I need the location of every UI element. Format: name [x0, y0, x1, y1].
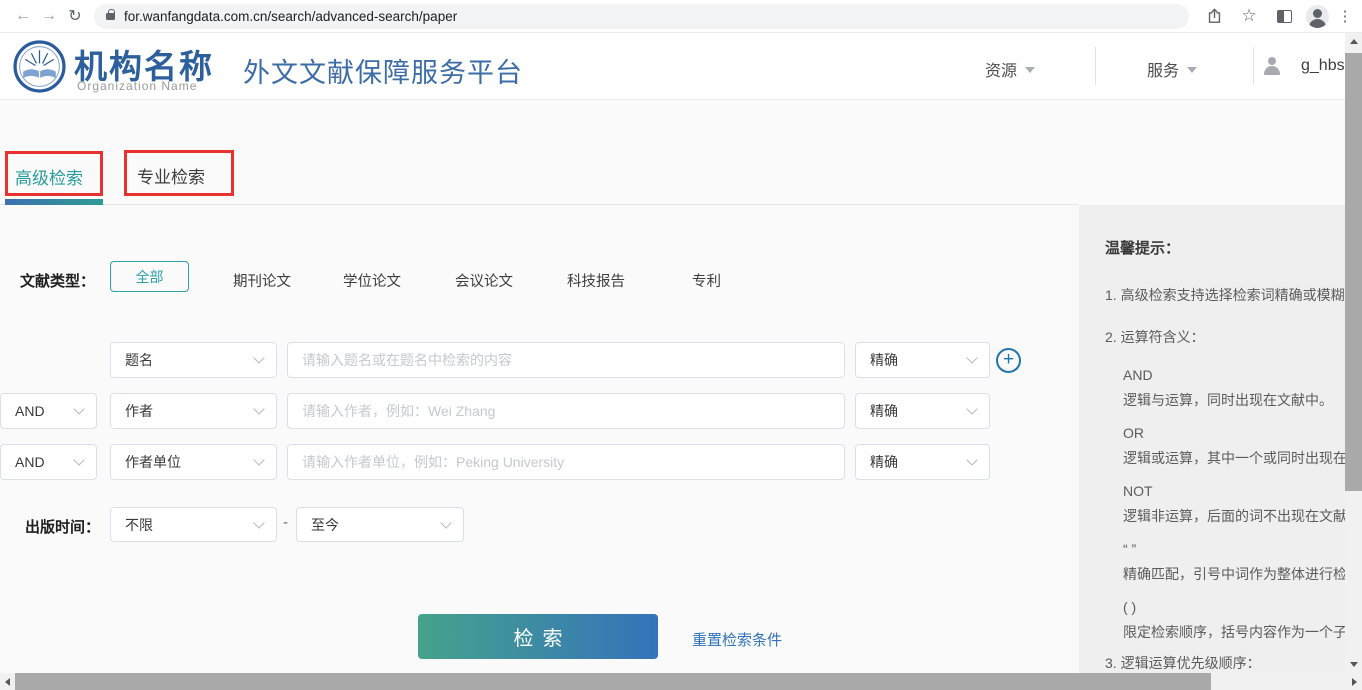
add-row-button[interactable]: +: [996, 348, 1021, 373]
doc-type-conference[interactable]: 会议论文: [455, 270, 513, 291]
vertical-scrollbar[interactable]: [1345, 33, 1362, 673]
nav-resources[interactable]: 资源: [985, 57, 1035, 81]
search-button[interactable]: 检索: [418, 614, 658, 659]
annotation-box-advanced: [5, 151, 103, 196]
query-input-title[interactable]: [287, 342, 845, 378]
operator-select-author[interactable]: AND: [0, 393, 97, 429]
tips-item-3: 3. 逻辑运算优先级顺序：: [1105, 653, 1346, 673]
browser-toolbar: ← → ↻ for.wanfangdata.com.cn/search/adva…: [0, 0, 1362, 33]
field-select-title[interactable]: 题名: [110, 342, 277, 378]
doc-type-patent[interactable]: 专利: [692, 270, 721, 291]
match-select-affiliation[interactable]: 精确: [855, 444, 990, 480]
tips-operator-or: OR 逻辑或运算，其中一个或同时出现在文献中。: [1105, 421, 1346, 471]
nav-divider: [1253, 47, 1254, 85]
platform-title: 外文文献保障服务平台: [243, 51, 523, 90]
chevron-down-icon: [73, 454, 84, 465]
browser-menu-icon[interactable]: ⋮: [1338, 3, 1352, 29]
pub-time-to-select[interactable]: 至今: [296, 507, 464, 542]
tips-operator-parens: ( ) 限定检索顺序，括号内容作为一个子查询。: [1105, 595, 1346, 645]
pub-time-label: 出版时间：: [25, 516, 100, 537]
chevron-down-icon: [253, 403, 264, 414]
chevron-down-icon: [966, 352, 977, 363]
side-panel-icon[interactable]: [1271, 3, 1297, 29]
lock-icon[interactable]: [106, 13, 115, 20]
reload-icon[interactable]: ↻: [62, 3, 88, 29]
chevron-down-icon: [253, 454, 264, 465]
doc-type-report[interactable]: 科技报告: [567, 270, 625, 291]
doc-type-journal[interactable]: 期刊论文: [233, 270, 291, 291]
share-icon[interactable]: [1201, 3, 1227, 29]
chevron-down-icon: [73, 403, 84, 414]
query-input-author[interactable]: [287, 393, 845, 429]
match-select-author[interactable]: 精确: [855, 393, 990, 429]
username[interactable]: g_hbs: [1301, 57, 1345, 75]
scroll-down-icon[interactable]: [1350, 662, 1358, 667]
vertical-scrollbar-thumb[interactable]: [1345, 53, 1362, 491]
tips-panel: 温馨提示： 1. 高级检索支持选择检索词精确或模糊匹配 2. 运算符含义： AN…: [1078, 205, 1346, 690]
field-select-affiliation[interactable]: 作者单位: [110, 444, 277, 480]
back-icon[interactable]: ←: [10, 3, 36, 29]
tips-operator-not: NOT 逻辑非运算，后面的词不出现在文献中。: [1105, 479, 1346, 529]
doc-type-thesis[interactable]: 学位论文: [343, 270, 401, 291]
horizontal-scrollbar-thumb[interactable]: [15, 673, 1211, 690]
date-range-dash: -: [283, 514, 288, 531]
match-select-title[interactable]: 精确: [855, 342, 990, 378]
horizontal-scrollbar[interactable]: [0, 673, 1362, 690]
field-select-author[interactable]: 作者: [110, 393, 277, 429]
chevron-down-icon: [440, 517, 451, 528]
chevron-down-icon: [253, 352, 264, 363]
nav-services[interactable]: 服务: [1147, 57, 1197, 81]
chevron-down-icon: [966, 454, 977, 465]
nav-divider: [1095, 47, 1096, 85]
organization-logo-icon: [12, 39, 67, 94]
operator-select-affiliation[interactable]: AND: [0, 444, 97, 480]
page: ← → ↻ for.wanfangdata.com.cn/search/adva…: [0, 0, 1362, 690]
chevron-down-icon: [1025, 67, 1035, 73]
scroll-up-icon[interactable]: [1350, 39, 1358, 44]
active-tab-underline: [5, 199, 103, 205]
tips-title: 温馨提示：: [1105, 239, 1346, 259]
forward-icon[interactable]: →: [36, 3, 62, 29]
tips-operator-quotes: “ ” 精确匹配，引号中词作为整体进行检索。: [1105, 537, 1346, 587]
query-input-affiliation[interactable]: [287, 444, 845, 480]
scroll-right-icon[interactable]: [1352, 678, 1357, 686]
url-bar[interactable]: for.wanfangdata.com.cn/search/advanced-s…: [94, 4, 1189, 29]
bookmark-star-icon[interactable]: ☆: [1236, 3, 1262, 29]
chevron-down-icon: [1187, 67, 1197, 73]
site-header: 机构名称 Organization Name 外文文献保障服务平台 资源 服务 …: [0, 33, 1362, 100]
reset-link[interactable]: 重置检索条件: [692, 629, 782, 650]
tab-divider: [0, 204, 1078, 205]
profile-avatar-icon[interactable]: [1306, 5, 1329, 28]
doc-type-all[interactable]: 全部: [110, 261, 189, 292]
doc-type-label: 文献类型：: [20, 270, 95, 291]
tips-item-2: 2. 运算符含义：: [1105, 327, 1346, 347]
pub-time-from-select[interactable]: 不限: [110, 507, 277, 542]
url-text: for.wanfangdata.com.cn/search/advanced-s…: [124, 9, 457, 24]
tips-item-1: 1. 高级检索支持选择检索词精确或模糊匹配: [1105, 285, 1346, 305]
user-icon: [1263, 57, 1281, 75]
scroll-left-icon[interactable]: [5, 678, 10, 686]
chevron-down-icon: [253, 517, 264, 528]
org-name-en: Organization Name: [77, 79, 197, 93]
chevron-down-icon: [966, 403, 977, 414]
annotation-box-professional: [124, 150, 234, 196]
tips-operator-and: AND 逻辑与运算，同时出现在文献中。: [1105, 363, 1346, 413]
